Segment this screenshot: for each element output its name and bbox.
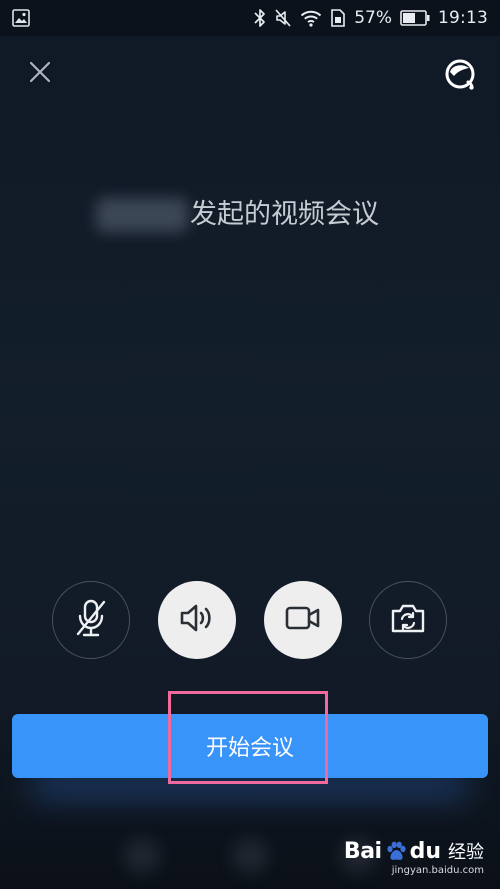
mic-toggle-button[interactable] [52, 581, 130, 659]
start-meeting-button[interactable]: 开始会议 [12, 714, 488, 778]
watermark-brand-bai: Bai [343, 838, 382, 864]
watermark-brand-du: du [409, 838, 441, 864]
speaker-toggle-button[interactable] [158, 581, 236, 659]
baidu-jingyan-watermark: Bai du 经验 jingyan.baidu.com [343, 838, 484, 877]
video-camera-icon [284, 603, 322, 637]
watermark-url: jingyan.baidu.com [391, 865, 484, 876]
video-meeting-screen: 57% 19:13 发起的视频会议 开始会议 Bai du 经验 jingyan… [0, 0, 500, 889]
close-icon [29, 61, 51, 87]
mute-icon [274, 8, 292, 28]
close-button[interactable] [22, 56, 58, 92]
bluetooth-icon [254, 8, 266, 28]
start-meeting-label: 开始会议 [205, 736, 294, 761]
host-name-blurred [96, 198, 188, 232]
meeting-caption: 发起的视频会议 [190, 199, 379, 230]
speaker-icon [178, 601, 216, 639]
sim-icon [330, 8, 346, 28]
customer-service-button[interactable] [440, 56, 480, 96]
gallery-icon [12, 9, 30, 27]
watermark-brand-jingyan: 经验 [448, 842, 484, 863]
camera-switch-icon [389, 601, 427, 639]
wifi-icon [300, 9, 322, 27]
baidu-paw-icon [385, 840, 407, 862]
status-clock: 19:13 [438, 8, 488, 28]
camera-toggle-button[interactable] [264, 581, 342, 659]
switch-camera-button[interactable] [369, 581, 447, 659]
mic-off-icon [74, 598, 108, 642]
battery-percentage: 57% [354, 8, 392, 28]
bottom-nav-dot [124, 838, 160, 874]
status-indicators: 57% 19:13 [254, 0, 488, 36]
status-bar: 57% 19:13 [0, 0, 500, 36]
customer-service-icon [442, 56, 478, 96]
bottom-nav-dot [232, 838, 268, 874]
battery-icon [400, 10, 430, 26]
